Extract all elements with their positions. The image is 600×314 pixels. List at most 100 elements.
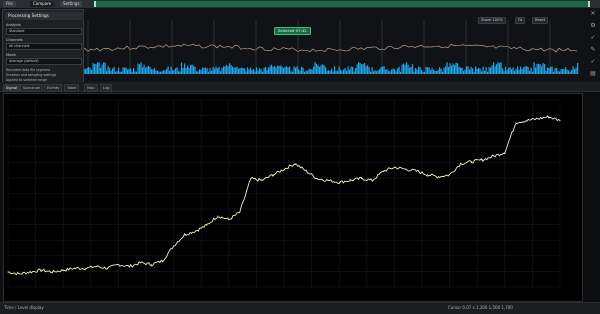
spectrum-bar — [322, 64, 324, 74]
spectrum-bar — [428, 67, 430, 74]
spectrum-bar — [136, 71, 138, 74]
spectrum-bar — [446, 62, 448, 74]
reset-button[interactable]: Reset — [532, 17, 549, 24]
check-icon-2[interactable]: ✓ — [588, 58, 598, 66]
pencil-icon[interactable]: ✎ — [588, 46, 598, 54]
data-point — [162, 260, 164, 262]
spectrum-bar — [550, 66, 552, 74]
ctab-table[interactable]: Table — [64, 84, 80, 92]
spectrum-bar — [181, 62, 183, 74]
data-point — [73, 267, 75, 269]
data-point — [117, 264, 119, 266]
spectrum-bar — [382, 66, 384, 74]
spectrum-bar — [91, 70, 93, 74]
range-handle-right[interactable] — [588, 1, 590, 7]
spectrum-bar — [301, 66, 303, 74]
data-point — [184, 234, 186, 236]
spectrum-bar — [272, 66, 274, 74]
spectrum-bar — [458, 67, 460, 74]
spectrum-bar — [526, 66, 528, 74]
data-point — [272, 174, 274, 176]
spectrum-bar — [560, 68, 562, 74]
selection-tag[interactable]: Selected 07:42 — [274, 27, 311, 35]
spectrum-bar — [100, 67, 102, 74]
tab-compare[interactable]: Compare — [30, 1, 55, 7]
settings-icon[interactable]: ⚙ — [588, 22, 598, 30]
spectrum-bar — [401, 64, 403, 74]
spectrum-bar — [217, 68, 219, 74]
data-point — [217, 215, 219, 217]
field2-select[interactable]: All channels — [6, 43, 82, 50]
spectrum-bar — [425, 66, 427, 74]
data-point — [62, 269, 64, 271]
main-chart-area[interactable] — [3, 93, 583, 302]
spectrum-bar — [244, 68, 246, 74]
spectrum-bar — [503, 71, 505, 74]
spectrum-bar — [191, 64, 193, 74]
spectrum-bar — [452, 63, 454, 74]
spectrum-bar — [116, 71, 118, 74]
spectrum-bar — [569, 71, 571, 74]
spectrum-bar — [170, 66, 172, 74]
spectrum-bar — [122, 67, 124, 74]
field3-select[interactable]: Average (default) — [6, 58, 82, 65]
spectrum-bar — [295, 67, 297, 74]
data-point — [371, 179, 373, 181]
info-line-2: Duration and sampling settings — [6, 73, 57, 77]
spectrum-bar — [125, 67, 127, 74]
spectrum-bar — [167, 66, 169, 74]
chart-icon[interactable]: ▤ — [588, 70, 598, 78]
zoom-button[interactable]: Zoom 100% — [478, 17, 506, 24]
main-chart[interactable] — [4, 94, 582, 301]
spectrum-bar — [268, 67, 270, 74]
spectrum-bar — [415, 67, 417, 74]
ctab-spectrum[interactable]: Spectrum — [20, 84, 44, 92]
data-point — [84, 267, 86, 269]
range-selector-strip[interactable] — [94, 1, 590, 7]
spectrum-bar — [143, 64, 145, 74]
spectrum-bar — [577, 62, 579, 74]
spectrum-bar — [224, 66, 226, 74]
tab-settings[interactable]: Settings — [60, 1, 83, 7]
spectrum-bar — [266, 69, 268, 74]
data-point — [327, 179, 329, 181]
ctab-events[interactable]: Events — [44, 84, 63, 92]
spectrum-bar — [370, 71, 372, 74]
check-icon[interactable]: ✓ — [588, 34, 598, 42]
ctab-map[interactable]: Map — [84, 84, 98, 92]
spectrum-bar — [395, 71, 397, 74]
tab-file[interactable]: File — [3, 1, 16, 7]
spectrum-bar — [403, 63, 405, 74]
spectrum-bar — [106, 70, 108, 74]
spectrum-bar — [155, 70, 157, 74]
ctab-log[interactable]: Log — [100, 84, 113, 92]
spectrum-bar — [496, 64, 498, 74]
data-point — [261, 179, 263, 181]
range-handle-left[interactable] — [94, 1, 96, 7]
overview-chart[interactable] — [0, 8, 600, 82]
spectrum-bar — [203, 67, 205, 74]
spectrum-bar — [532, 71, 534, 74]
spectrum-bar — [418, 66, 420, 74]
spectrum-bar — [247, 67, 249, 74]
spectrum-bar — [460, 67, 462, 74]
spectrum-bar — [392, 68, 394, 74]
field1-select[interactable]: Standard — [6, 28, 82, 35]
spectrum-bar — [212, 66, 214, 74]
data-point — [449, 174, 451, 176]
spectrum-bar — [485, 66, 487, 74]
spectrum-bar — [161, 71, 163, 74]
fit-button[interactable]: Fit — [515, 17, 526, 24]
close-icon[interactable]: ✕ — [588, 10, 598, 18]
spectrum-bar — [355, 68, 357, 74]
spectrum-bar — [304, 71, 306, 74]
spectrum-bar — [473, 71, 475, 74]
spectrum-bar — [179, 71, 181, 74]
ctab-signal[interactable]: Signal — [3, 84, 21, 92]
spectrum-bar — [88, 66, 90, 74]
spectrum-bar — [308, 68, 310, 74]
data-point — [51, 271, 53, 273]
data-point — [95, 265, 97, 267]
spectrum-bar — [529, 70, 531, 74]
spectrum-bar — [472, 68, 474, 74]
